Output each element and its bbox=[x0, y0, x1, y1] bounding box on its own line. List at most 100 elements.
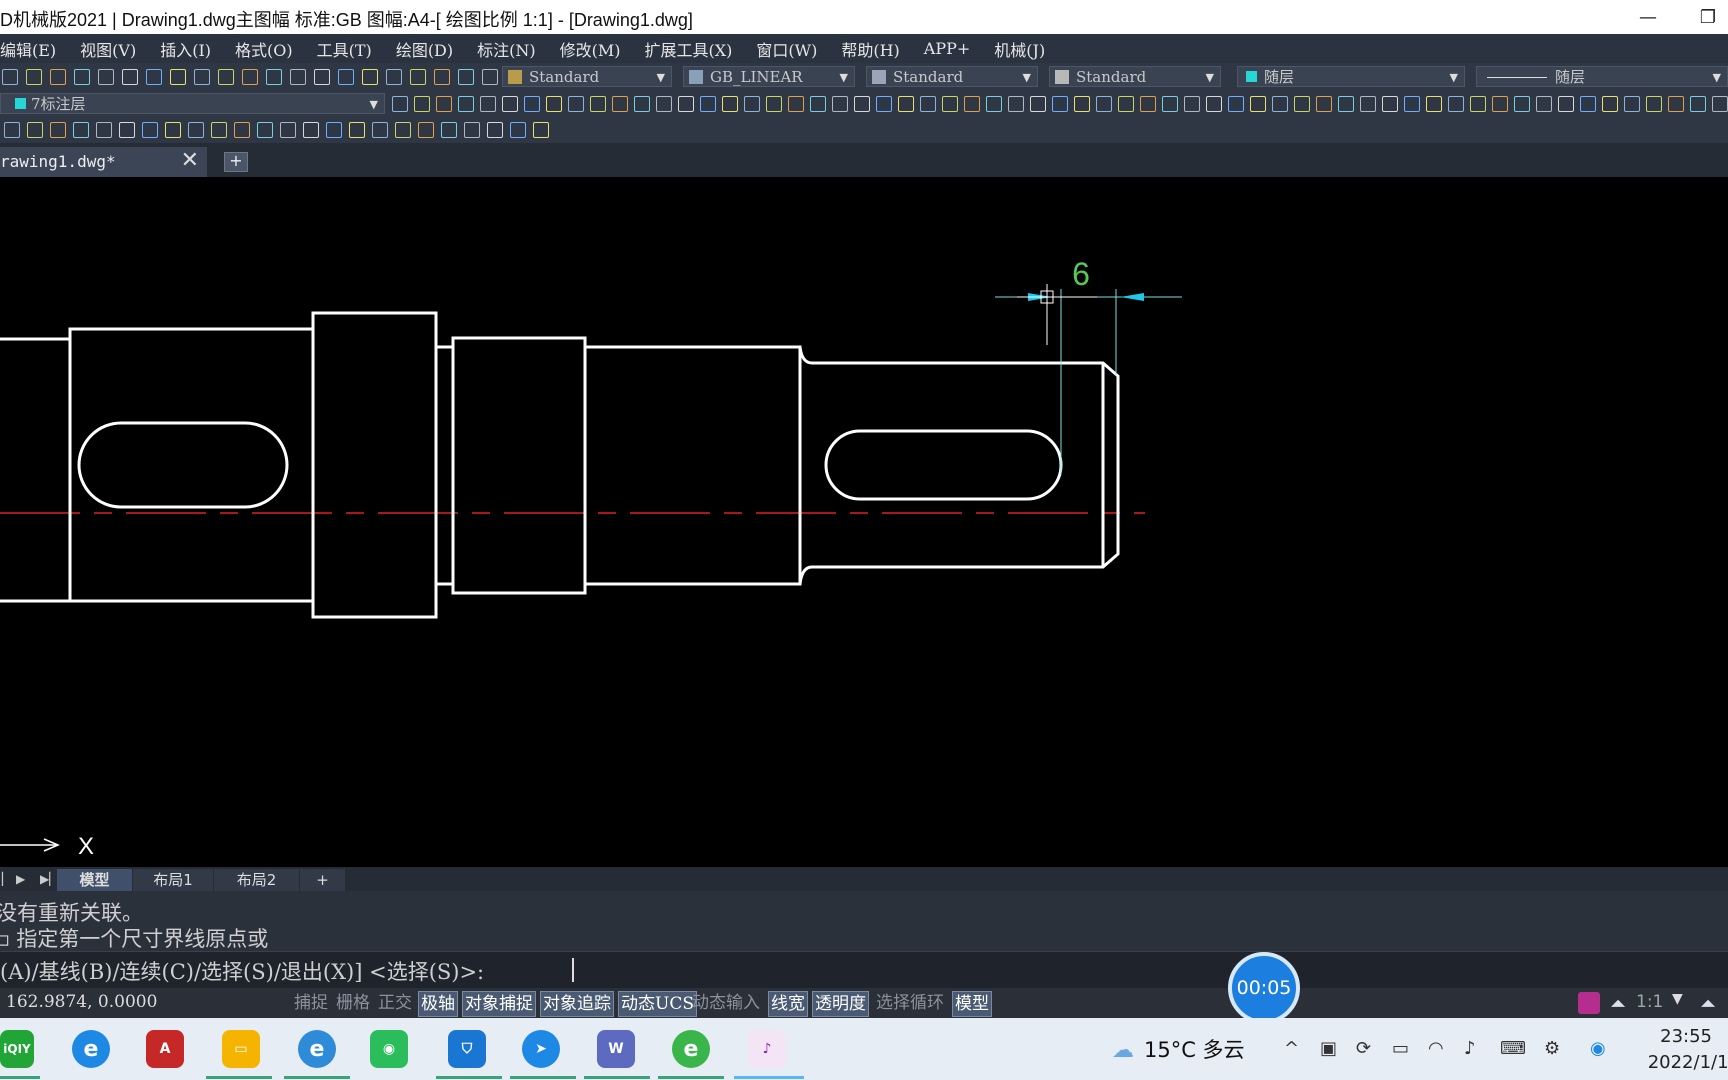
autocad-icon[interactable]: A bbox=[146, 1030, 184, 1068]
toolbar-tool-icon[interactable] bbox=[876, 96, 892, 112]
new-tab-button[interactable]: + bbox=[224, 152, 248, 172]
toolbar-tool-icon[interactable] bbox=[656, 96, 672, 112]
toolbar-tool-icon[interactable] bbox=[1580, 96, 1596, 112]
toolbar-tool-icon[interactable] bbox=[314, 69, 330, 85]
toolbar-tool-icon[interactable] bbox=[436, 96, 452, 112]
status-toggle-8[interactable]: 线宽 bbox=[768, 991, 808, 1017]
toolbar-tool-icon[interactable] bbox=[832, 96, 848, 112]
toolbar-tool-icon[interactable] bbox=[27, 122, 43, 138]
toolbar-tool-icon[interactable] bbox=[338, 69, 354, 85]
tray-expand-icon[interactable]: ^ bbox=[1284, 1038, 1299, 1059]
toolbar-tool-icon[interactable] bbox=[434, 69, 450, 85]
toolbar-tool-icon[interactable] bbox=[1470, 96, 1486, 112]
browser-green-icon[interactable]: e bbox=[672, 1030, 710, 1068]
clock[interactable]: 23:55 2022/1/12 bbox=[1648, 1024, 1728, 1076]
drawing-canvas[interactable]: 6 X bbox=[0, 177, 1728, 867]
toolbar-tool-icon[interactable] bbox=[1536, 96, 1552, 112]
toolbar-tool-icon[interactable] bbox=[464, 122, 480, 138]
tray-app-icon[interactable]: ▣ bbox=[1320, 1038, 1337, 1059]
toolbar-tool-icon[interactable] bbox=[410, 69, 426, 85]
toolbar-tool-icon[interactable] bbox=[26, 69, 42, 85]
toolbar-tool-icon[interactable] bbox=[1690, 96, 1706, 112]
menu-draw[interactable]: 绘图(D) bbox=[384, 37, 465, 61]
app-logo-icon[interactable] bbox=[1578, 992, 1600, 1014]
status-toggle-5[interactable]: 对象追踪 bbox=[540, 991, 614, 1017]
menu-view[interactable]: 视图(V) bbox=[68, 37, 148, 61]
add-layout-button[interactable]: + bbox=[300, 869, 345, 891]
toolbar-tool-icon[interactable] bbox=[194, 69, 210, 85]
toolbar-tool-icon[interactable] bbox=[482, 69, 498, 85]
toolbar-tool-icon[interactable] bbox=[986, 96, 1002, 112]
toolbar-tool-icon[interactable] bbox=[634, 96, 650, 112]
toolbar-tool-icon[interactable] bbox=[392, 96, 408, 112]
toolbar-tool-icon[interactable] bbox=[568, 96, 584, 112]
toolbar-tool-icon[interactable] bbox=[98, 69, 114, 85]
chevron-down-icon[interactable]: ▼ bbox=[1672, 991, 1683, 1007]
toolbar-tool-icon[interactable] bbox=[1316, 96, 1332, 112]
annotation-scale-value[interactable]: 1:1 bbox=[1636, 992, 1663, 1012]
toolbar-tool-icon[interactable] bbox=[546, 96, 562, 112]
toolbar-tool-icon[interactable] bbox=[854, 96, 870, 112]
workspace-icon[interactable]: ⏶ bbox=[1700, 991, 1716, 1015]
status-toggle-9[interactable]: 透明度 bbox=[812, 991, 869, 1017]
toolbar-tool-icon[interactable] bbox=[1426, 96, 1442, 112]
toolbar-tool-icon[interactable] bbox=[257, 122, 273, 138]
toolbar-tool-icon[interactable] bbox=[744, 96, 760, 112]
toolbar-tool-icon[interactable] bbox=[510, 122, 526, 138]
toolbar-tool-icon[interactable] bbox=[4, 122, 20, 138]
edge-browser-icon[interactable]: e bbox=[72, 1030, 110, 1068]
toolbar-tool-icon[interactable] bbox=[458, 69, 474, 85]
toolbar-tool-icon[interactable] bbox=[700, 96, 716, 112]
toolbar-tool-icon[interactable] bbox=[96, 122, 112, 138]
menu-window[interactable]: 窗口(W) bbox=[744, 37, 829, 61]
toolbar-tool-icon[interactable] bbox=[2, 69, 18, 85]
menu-help[interactable]: 帮助(H) bbox=[829, 37, 911, 61]
toolbar-tool-icon[interactable] bbox=[1668, 96, 1684, 112]
toolbar-tool-icon[interactable] bbox=[170, 69, 186, 85]
toolbar-tool-icon[interactable] bbox=[722, 96, 738, 112]
toolbar-tool-icon[interactable] bbox=[1272, 96, 1288, 112]
minimize-button[interactable]: — bbox=[1628, 4, 1668, 30]
toolbar-tool-icon[interactable] bbox=[165, 122, 181, 138]
toolbar-tool-icon[interactable] bbox=[303, 122, 319, 138]
menu-modify[interactable]: 修改(M) bbox=[548, 37, 633, 61]
iqiyi-icon[interactable]: iQIY bbox=[0, 1030, 34, 1068]
command-input[interactable]: (A)/基线(B)/连续(C)/选择(S)/退出(X)] <选择(S)>: bbox=[0, 951, 1728, 988]
toolbar-tool-icon[interactable] bbox=[524, 96, 540, 112]
toolbar-tool-icon[interactable] bbox=[1162, 96, 1178, 112]
toolbar-tool-icon[interactable] bbox=[1140, 96, 1156, 112]
toolbar-tool-icon[interactable] bbox=[234, 122, 250, 138]
wifi-icon[interactable]: ◠ bbox=[1428, 1038, 1444, 1059]
toolbar-tool-icon[interactable] bbox=[414, 96, 430, 112]
status-toggle-11[interactable]: 模型 bbox=[952, 991, 992, 1017]
toolbar-tool-icon[interactable] bbox=[1294, 96, 1310, 112]
toolbar-tool-icon[interactable] bbox=[1404, 96, 1420, 112]
toolbar-tool-icon[interactable] bbox=[788, 96, 804, 112]
toolbar-tool-icon[interactable] bbox=[1492, 96, 1508, 112]
keyboard-icon[interactable]: ⌨ bbox=[1500, 1038, 1526, 1059]
linetype-combo[interactable]: 随层 ▼ bbox=[1476, 66, 1728, 87]
toolbar-tool-icon[interactable] bbox=[218, 69, 234, 85]
toolbar-tool-icon[interactable] bbox=[349, 122, 365, 138]
status-toggle-7[interactable]: 动态输入 bbox=[690, 991, 762, 1015]
toolbar-tool-icon[interactable] bbox=[487, 122, 503, 138]
toolbar-tool-icon[interactable] bbox=[372, 122, 388, 138]
menu-express-tools[interactable]: 扩展工具(X) bbox=[633, 37, 745, 61]
layout-tab-1[interactable]: 布局1 bbox=[133, 869, 213, 891]
toolbar-tool-icon[interactable] bbox=[1184, 96, 1200, 112]
toolbar-tool-icon[interactable] bbox=[280, 122, 296, 138]
color-combo[interactable]: 随层 ▼ bbox=[1237, 66, 1465, 87]
toolbar-tool-icon[interactable] bbox=[266, 69, 282, 85]
multileader-style-combo[interactable]: Standard ▼ bbox=[1049, 66, 1221, 87]
close-icon[interactable]: ✕ bbox=[181, 146, 199, 176]
status-toggle-1[interactable]: 栅格 bbox=[334, 991, 372, 1015]
layer-combo[interactable]: 7标注层 ▼ bbox=[0, 93, 385, 114]
ime-settings-icon[interactable]: ⚙ bbox=[1544, 1038, 1560, 1059]
annotation-scale-icon[interactable]: ⏶ bbox=[1610, 991, 1626, 1015]
toolbar-tool-icon[interactable] bbox=[211, 122, 227, 138]
toolbar-tool-icon[interactable] bbox=[766, 96, 782, 112]
layout-tab-2[interactable]: 布局2 bbox=[214, 869, 299, 891]
toolbar-tool-icon[interactable] bbox=[480, 96, 496, 112]
toolbar-tool-icon[interactable] bbox=[1052, 96, 1068, 112]
ime-icon[interactable]: ◉ bbox=[1590, 1038, 1606, 1059]
